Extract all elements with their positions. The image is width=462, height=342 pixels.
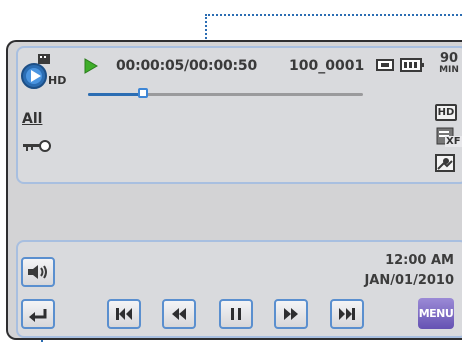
return-arrow-icon xyxy=(29,309,47,322)
play-status-icon xyxy=(84,58,98,78)
xf-icon: XF xyxy=(435,127,462,149)
clock-time: 12:00 AM xyxy=(385,253,454,268)
hd-mode-label: HD xyxy=(48,74,67,87)
progress-handle[interactable] xyxy=(138,88,148,98)
playback-time: 00:00:05/00:00:50 xyxy=(116,58,258,74)
back-button[interactable] xyxy=(21,299,55,329)
battery-icon xyxy=(400,57,424,77)
progress-fill xyxy=(88,93,143,96)
clock-date: JAN/01/2010 xyxy=(364,273,454,288)
remaining-time-indicator: 90 MIN xyxy=(435,52,462,75)
callout-line-top xyxy=(205,14,462,16)
image-stabilizer-icon xyxy=(435,154,455,176)
file-number: 100_0001 xyxy=(289,58,365,74)
all-files-icon: All xyxy=(22,108,42,127)
remaining-unit: MIN xyxy=(439,65,459,75)
playback-progress-bar[interactable] xyxy=(88,88,363,98)
skip-previous-button[interactable] xyxy=(107,299,141,329)
skip-previous-icon xyxy=(116,308,132,320)
volume-button[interactable] xyxy=(21,257,55,287)
speaker-icon xyxy=(28,265,47,279)
pause-button[interactable] xyxy=(219,299,253,329)
rewind-icon xyxy=(172,308,186,320)
xf-label: XF xyxy=(445,136,462,147)
protect-key-icon xyxy=(22,138,52,158)
video-playback-mode-icon: HD xyxy=(20,52,66,92)
fast-forward-button[interactable] xyxy=(274,299,308,329)
memory-card-icon xyxy=(375,57,397,77)
skip-next-button[interactable] xyxy=(330,299,364,329)
pause-icon xyxy=(231,308,241,320)
all-label: All xyxy=(22,111,43,127)
menu-button[interactable]: MENU xyxy=(418,298,454,329)
callout-line-vertical xyxy=(205,14,207,42)
rewind-button[interactable] xyxy=(162,299,196,329)
hd-quality-label: HD xyxy=(437,107,455,118)
lcd-screen: HD 00:00:05/00:00:50 100_0001 90 MIN All xyxy=(6,40,462,340)
remaining-minutes: 90 xyxy=(439,51,459,66)
playback-info-panel: HD 00:00:05/00:00:50 100_0001 90 MIN All xyxy=(16,46,462,184)
hd-quality-icon: HD xyxy=(435,104,457,121)
fast-forward-icon xyxy=(284,308,298,320)
skip-next-icon xyxy=(339,308,355,320)
